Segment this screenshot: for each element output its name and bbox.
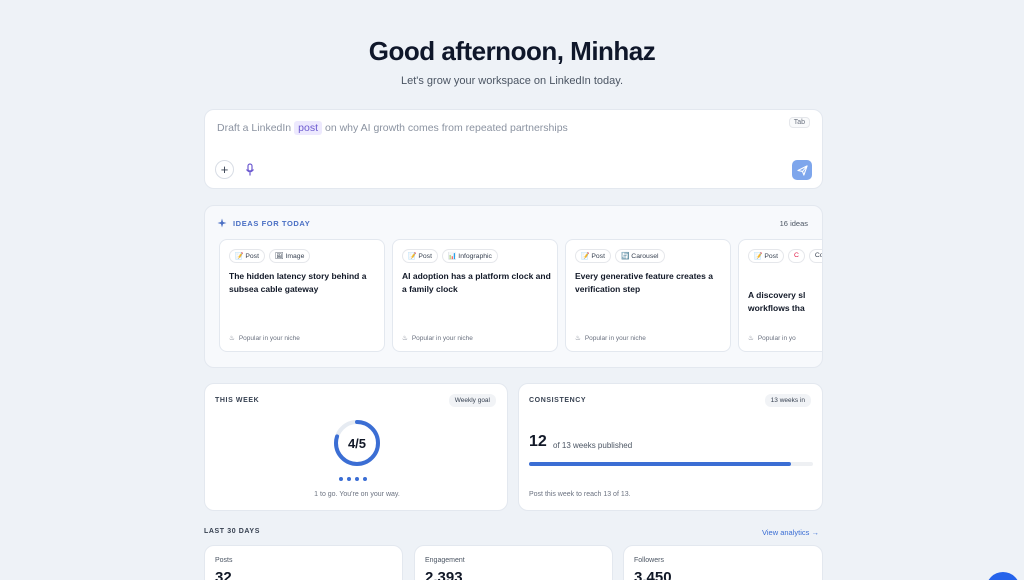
progress-dot — [347, 477, 351, 481]
idea-tag: 🖼 Image — [268, 249, 311, 263]
idea-card[interactable]: 📝 Post 🖼 Image The hidden latency story … — [219, 239, 385, 352]
consistency-bar-fill — [529, 462, 792, 466]
stat-value: 2,393 — [425, 569, 463, 580]
progress-dot — [339, 477, 343, 481]
idea-footer: Popular in your niche — [584, 334, 646, 342]
stat-card-posts: Posts 32 — [204, 545, 403, 580]
composer-box[interactable]: Draft a LinkedIn post on why AI growth com… — [204, 109, 823, 189]
week-note: 1 to go. You're on your way. — [314, 491, 400, 498]
idea-card[interactable]: 📝 Post 🔄 Carousel Every generative featu… — [565, 239, 731, 352]
stat-value: 3,450 — [634, 569, 672, 580]
fire-icon: ♨ — [575, 335, 581, 342]
idea-title: AI adoption has a platform clock and a f… — [402, 271, 551, 294]
ideas-count: 16 ideas — [779, 219, 808, 228]
consistency-note: Post this week to reach 13 of 13. — [529, 491, 631, 498]
stat-label: Followers — [634, 557, 664, 564]
composer-prefix: Draft a LinkedIn — [217, 122, 292, 134]
idea-footer: Popular in your niche — [238, 334, 300, 342]
fire-icon: ♨ — [748, 335, 754, 342]
idea-tag: 📝 Post — [229, 249, 265, 263]
page-title: Good afternoon, Minhaz — [368, 36, 656, 66]
consistency-bar — [529, 462, 813, 466]
fire-icon: ♨ — [402, 335, 408, 342]
progress-count: 4/5 — [347, 435, 367, 451]
ideas-header: IDEAS FOR TODAY — [217, 218, 310, 228]
idea-footer: Popular in your niche — [411, 334, 473, 342]
post-type-chip[interactable]: post — [294, 121, 322, 135]
ideas-panel: IDEAS FOR TODAY 16 ideas 📝 Post 🖼 Image … — [204, 205, 823, 368]
microphone-icon[interactable] — [244, 163, 256, 177]
idea-tag: 📊 Infographic — [441, 249, 498, 263]
idea-tag: 🔄 Carousel — [614, 249, 665, 263]
this-week-label: THIS WEEK — [215, 397, 260, 404]
weekly-goal-pill: Weekly goal — [448, 394, 496, 407]
stat-value: 32 — [215, 569, 232, 580]
composer-input[interactable]: Draft a LinkedIn post on why AI growth com… — [217, 121, 568, 135]
progress-dot — [363, 477, 367, 481]
fire-icon: ♨ — [229, 335, 235, 342]
last-30-label: LAST 30 DAYS — [204, 528, 260, 535]
weeks-published-text: of 13 weeks published — [553, 441, 633, 450]
attach-button[interactable]: + — [215, 160, 234, 179]
weeks-in-pill: 13 weeks in — [764, 394, 811, 407]
plus-icon: + — [220, 162, 229, 177]
idea-card[interactable]: 📝 Post C Cover image A discovery sl work… — [738, 239, 822, 352]
progress-dots — [339, 477, 367, 481]
weeks-published-number: 12 — [529, 433, 547, 450]
stat-card-engagement: Engagement 2,393 — [414, 545, 613, 580]
consistency-label: CONSISTENCY — [529, 397, 587, 404]
idea-title: A discovery sl workflows tha — [748, 290, 806, 313]
idea-footer: Popular in yo — [757, 334, 796, 342]
send-button[interactable] — [792, 160, 812, 180]
sparkle-icon — [217, 218, 227, 228]
progress-dot — [355, 477, 359, 481]
view-analytics-link[interactable]: View analytics → — [762, 528, 819, 537]
stat-card-followers: Followers 3,450 — [623, 545, 823, 580]
help-chat-button[interactable] — [986, 572, 1020, 580]
consistency-card: CONSISTENCY 13 weeks in 12 of 13 weeks p… — [518, 383, 823, 511]
idea-title: The hidden latency story behind a subsea… — [229, 271, 367, 294]
idea-tag: Cover image — [808, 249, 822, 263]
idea-tag: 📝 Post — [748, 249, 784, 263]
send-icon — [796, 164, 808, 176]
composer-suffix: on why AI growth comes from repeated par… — [325, 122, 568, 134]
ideas-title: IDEAS FOR TODAY — [233, 218, 311, 228]
stat-label: Posts — [215, 557, 233, 564]
idea-tag: 📝 Post — [575, 249, 611, 263]
idea-tag: C — [787, 249, 805, 263]
stat-label: Engagement — [425, 557, 465, 564]
idea-tag: 📝 Post — [402, 249, 438, 263]
tab-hint-badge: Tab — [788, 117, 810, 128]
idea-title: Every generative feature creates a verif… — [575, 271, 713, 294]
this-week-card: THIS WEEK Weekly goal 4/5 1 to go. You'r… — [204, 383, 508, 511]
page-subtitle: Let's grow your workspace on LinkedIn to… — [400, 75, 624, 87]
idea-card[interactable]: 📝 Post 📊 Infographic AI adoption has a p… — [392, 239, 558, 352]
